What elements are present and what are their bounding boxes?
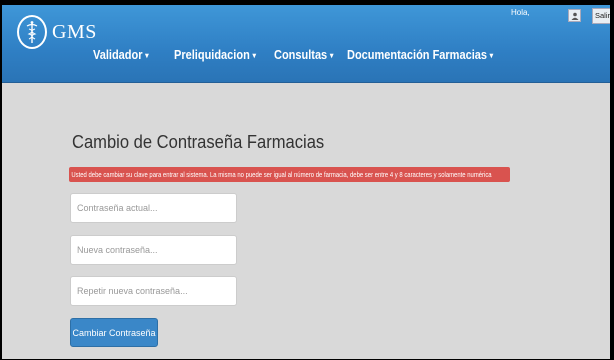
nav-label: Preliquidacion: [174, 48, 250, 62]
window-frame: GMS Validador ▾ Preliquidacion ▾ Consultas…: [2, 2, 610, 359]
caduceus-icon: [17, 15, 47, 49]
repeat-password-input[interactable]: [70, 276, 237, 306]
caret-down-icon: ▾: [145, 51, 149, 60]
nav-label: Documentación Farmacias: [347, 48, 488, 62]
caret-down-icon: ▾: [329, 51, 334, 60]
brand-name: GMS: [52, 20, 97, 43]
logout-button[interactable]: Salir: [592, 8, 610, 24]
alert-text: Usted debe cambiar su clave para entrar …: [71, 170, 492, 179]
nav-validador[interactable]: Validador ▾: [93, 48, 149, 62]
current-password-input[interactable]: [70, 193, 237, 223]
brand-logo[interactable]: GMS: [17, 15, 97, 49]
change-password-button[interactable]: Cambiar Contraseña: [70, 318, 158, 347]
user-greeting: Hola,: [511, 8, 530, 17]
nav-label: Validador: [93, 48, 143, 62]
new-password-input[interactable]: [70, 235, 237, 265]
page-title: Cambio de Contraseña Farmacias: [72, 132, 325, 152]
nav-documentacion-farmacias[interactable]: Documentación Farmacias ▾: [347, 48, 493, 62]
caret-down-icon: ▾: [252, 51, 256, 60]
top-navbar: GMS Validador ▾ Preliquidacion ▾ Consultas…: [2, 5, 610, 83]
user-icon[interactable]: [568, 9, 581, 22]
nav-consultas[interactable]: Consultas ▾: [274, 48, 333, 62]
nav-label: Consultas: [274, 48, 328, 62]
nav-preliquidacion[interactable]: Preliquidacion ▾: [174, 48, 256, 62]
main-content: Cambio de Contraseña Farmacias Usted deb…: [2, 83, 610, 359]
caret-down-icon: ▾: [489, 51, 494, 60]
alert-danger: Usted debe cambiar su clave para entrar …: [69, 167, 510, 182]
